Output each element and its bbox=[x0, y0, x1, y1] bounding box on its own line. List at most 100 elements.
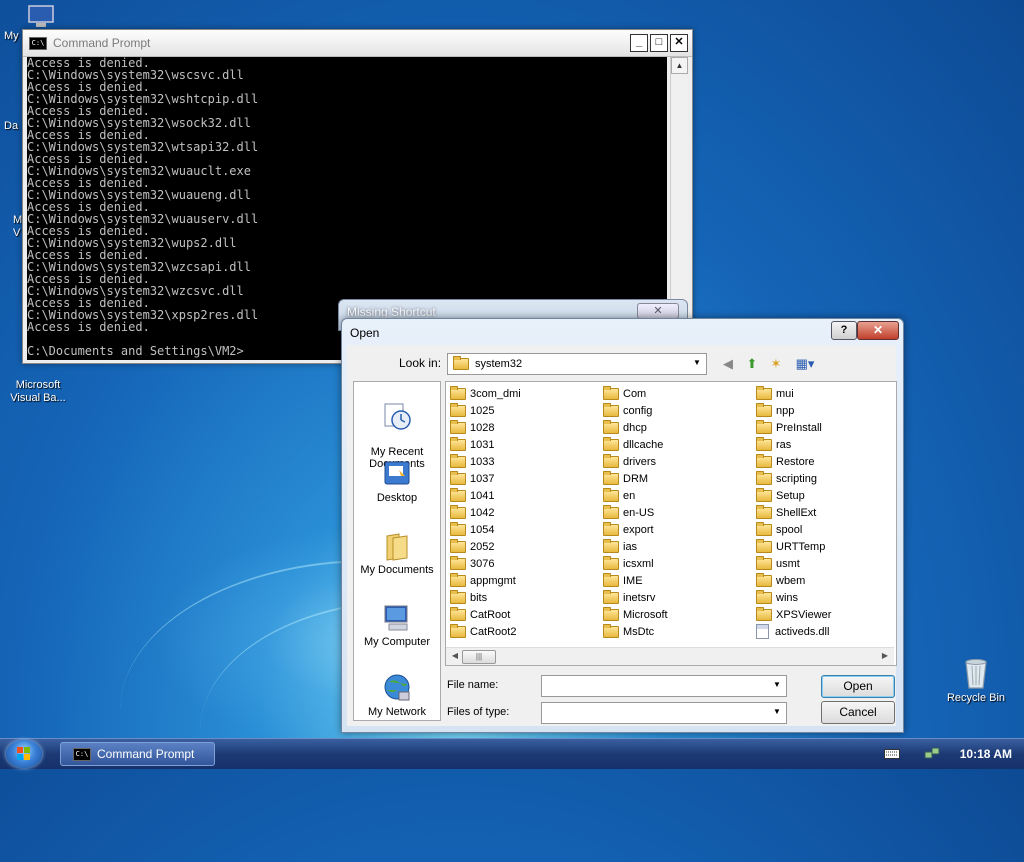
list-item[interactable]: spool bbox=[756, 521, 831, 538]
list-item[interactable]: dllcache bbox=[603, 436, 668, 453]
list-item-label: XPSViewer bbox=[776, 608, 832, 621]
scroll-thumb[interactable]: ||| bbox=[462, 650, 496, 664]
folder-icon bbox=[603, 453, 619, 468]
place-my-documents[interactable]: My Documents bbox=[354, 530, 440, 576]
list-item[interactable]: appmgmt bbox=[450, 572, 521, 589]
list-item[interactable]: scripting bbox=[756, 470, 831, 487]
new-folder-icon[interactable]: ✶ bbox=[767, 355, 785, 373]
list-item[interactable]: 2052 bbox=[450, 538, 521, 555]
horizontal-scrollbar[interactable]: ◀ ||| ▶ bbox=[446, 647, 894, 665]
list-item-label: config bbox=[623, 404, 653, 417]
list-item[interactable]: activeds.dll bbox=[756, 623, 831, 640]
list-item[interactable]: 1031 bbox=[450, 436, 521, 453]
desktop-icon-visual-basic[interactable]: Microsoft Visual Ba... bbox=[2, 367, 74, 417]
list-item[interactable]: npp bbox=[756, 402, 831, 419]
list-item[interactable]: en-US bbox=[603, 504, 668, 521]
list-item[interactable]: CatRoot2 bbox=[450, 623, 521, 640]
list-item[interactable]: inetsrv bbox=[603, 589, 668, 606]
maximize-button[interactable]: □ bbox=[650, 34, 668, 52]
network-status-icon[interactable] bbox=[924, 746, 940, 762]
scroll-right-arrow-icon[interactable]: ▶ bbox=[878, 649, 892, 663]
list-item[interactable]: mui bbox=[756, 385, 831, 402]
list-item[interactable]: IME bbox=[603, 572, 668, 589]
help-button[interactable]: ? bbox=[831, 321, 857, 340]
list-item[interactable]: dhcp bbox=[603, 419, 668, 436]
list-item[interactable]: 1037 bbox=[450, 470, 521, 487]
list-item[interactable]: wbem bbox=[756, 572, 831, 589]
missing-shortcut-close-button[interactable]: ✕ bbox=[637, 303, 679, 319]
list-item[interactable]: drivers bbox=[603, 453, 668, 470]
list-item[interactable]: 1041 bbox=[450, 487, 521, 504]
open-dialog[interactable]: Open ? ✕ Look in: system32 ▼ ◀ ⬆ ✶ ▦▾ My… bbox=[341, 318, 904, 733]
list-item[interactable]: CatRoot bbox=[450, 606, 521, 623]
list-item[interactable]: 1042 bbox=[450, 504, 521, 521]
folder-icon bbox=[756, 470, 772, 485]
scroll-up-arrow-icon[interactable]: ▲ bbox=[671, 57, 688, 74]
network-globe-icon bbox=[384, 674, 410, 701]
list-item[interactable]: Microsoft bbox=[603, 606, 668, 623]
files-of-type-combo[interactable]: ▼ bbox=[541, 702, 787, 724]
taskbar-item-command-prompt[interactable]: C:\ Command Prompt bbox=[60, 742, 215, 766]
minimize-button[interactable]: _ bbox=[630, 34, 648, 52]
chevron-down-icon[interactable]: ▼ bbox=[690, 356, 704, 370]
cancel-button[interactable]: Cancel bbox=[821, 701, 895, 724]
list-item[interactable]: 1033 bbox=[450, 453, 521, 470]
list-item-label: Microsoft bbox=[623, 608, 668, 621]
list-item-label: activeds.dll bbox=[775, 625, 830, 638]
folder-icon bbox=[603, 521, 619, 536]
list-item[interactable]: Com bbox=[603, 385, 668, 402]
list-item[interactable]: 1025 bbox=[450, 402, 521, 419]
list-item[interactable]: ras bbox=[756, 436, 831, 453]
list-item-label: 3076 bbox=[470, 557, 495, 570]
place-desktop[interactable]: Desktop bbox=[354, 458, 440, 504]
look-in-combo[interactable]: system32 ▼ bbox=[447, 353, 707, 375]
list-item[interactable]: 1054 bbox=[450, 521, 521, 538]
console-icon: C:\ bbox=[73, 747, 91, 761]
open-button[interactable]: Open bbox=[821, 675, 895, 698]
list-item[interactable]: 1028 bbox=[450, 419, 521, 436]
list-item[interactable]: Setup bbox=[756, 487, 831, 504]
list-item[interactable]: 3076 bbox=[450, 555, 521, 572]
list-item[interactable]: 3com_dmi bbox=[450, 385, 521, 402]
list-item[interactable]: PreInstall bbox=[756, 419, 831, 436]
place-my-network[interactable]: My Network bbox=[354, 672, 440, 718]
folder-icon bbox=[450, 623, 466, 638]
desktop-icon-recycle-bin[interactable]: Recycle Bin bbox=[940, 656, 1012, 705]
list-item[interactable]: URTTemp bbox=[756, 538, 831, 555]
cmd-title-bar[interactable]: C:\ Command Prompt bbox=[23, 30, 692, 57]
list-item[interactable]: MsDtc bbox=[603, 623, 668, 640]
list-item[interactable]: XPSViewer bbox=[756, 606, 831, 623]
list-item[interactable]: usmt bbox=[756, 555, 831, 572]
desktop-icon-data[interactable]: Da bbox=[4, 120, 24, 133]
list-item[interactable]: config bbox=[603, 402, 668, 419]
up-folder-icon[interactable]: ⬆ bbox=[743, 355, 761, 373]
list-item[interactable]: DRM bbox=[603, 470, 668, 487]
scroll-left-arrow-icon[interactable]: ◀ bbox=[448, 649, 462, 663]
list-item[interactable]: icsxml bbox=[603, 555, 668, 572]
folder-icon bbox=[756, 606, 772, 621]
taskbar: C:\ Command Prompt 10:18 AM bbox=[0, 738, 1024, 769]
list-item[interactable]: ShellExt bbox=[756, 504, 831, 521]
list-item[interactable]: wins bbox=[756, 589, 831, 606]
folder-icon bbox=[756, 453, 772, 468]
folder-icon bbox=[603, 538, 619, 553]
clock[interactable]: 10:18 AM bbox=[960, 747, 1012, 761]
close-button[interactable]: ✕ bbox=[670, 34, 688, 52]
back-icon[interactable]: ◀ bbox=[719, 355, 737, 373]
file-list[interactable]: 3com_dmi 1025 1028 1031 1033 1037 1041 1042 1054… bbox=[445, 381, 897, 666]
list-item[interactable]: Restore bbox=[756, 453, 831, 470]
chevron-down-icon[interactable]: ▼ bbox=[770, 705, 784, 719]
list-item[interactable]: export bbox=[603, 521, 668, 538]
place-my-computer[interactable]: My Computer bbox=[354, 602, 440, 648]
keyboard-icon[interactable] bbox=[884, 749, 900, 759]
view-menu-icon[interactable]: ▦▾ bbox=[793, 355, 817, 373]
start-button[interactable] bbox=[6, 740, 42, 768]
folder-icon bbox=[603, 606, 619, 621]
chevron-down-icon[interactable]: ▼ bbox=[770, 678, 784, 692]
dialog-close-button[interactable]: ✕ bbox=[857, 321, 899, 340]
list-item-label: wins bbox=[776, 591, 799, 604]
list-item[interactable]: bits bbox=[450, 589, 521, 606]
file-name-combo[interactable]: ▼ bbox=[541, 675, 787, 697]
list-item[interactable]: en bbox=[603, 487, 668, 504]
list-item[interactable]: ias bbox=[603, 538, 668, 555]
